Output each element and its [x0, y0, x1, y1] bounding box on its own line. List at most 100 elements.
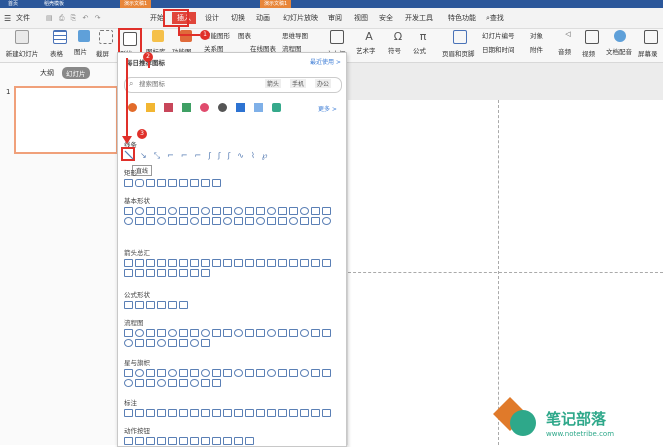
arrow-shape[interactable] [135, 269, 144, 277]
basic-shape[interactable] [146, 207, 155, 215]
shape-round-rect[interactable] [190, 179, 199, 187]
mindmap-button[interactable]: 思维导图 [282, 30, 326, 40]
shape-round-snip-rect[interactable] [179, 179, 188, 187]
flowchart-shape[interactable] [124, 329, 133, 337]
basic-shape[interactable] [201, 217, 210, 225]
basic-shape[interactable] [157, 217, 166, 225]
callout-shape[interactable] [245, 409, 254, 417]
star-shape[interactable] [190, 369, 199, 377]
arrow-shape[interactable] [179, 269, 188, 277]
callout-shape[interactable] [157, 409, 166, 417]
arrow-shape[interactable] [157, 269, 166, 277]
formula-shape[interactable] [135, 301, 144, 309]
screenshot-button[interactable]: 截屏 [96, 30, 116, 60]
basic-shape[interactable] [135, 207, 144, 215]
menu-file[interactable]: 文件 [16, 12, 30, 24]
callout-shape[interactable] [212, 409, 221, 417]
formula-shape[interactable] [168, 301, 177, 309]
formula-shape[interactable] [179, 301, 188, 309]
arrow-shape[interactable] [256, 259, 265, 267]
flowchart-shape[interactable] [245, 329, 254, 337]
elbow-arrow-shape[interactable]: ⌐ [181, 151, 188, 161]
basic-shape[interactable] [245, 217, 254, 225]
callout-shape[interactable] [168, 409, 177, 417]
action-button-shape[interactable] [135, 437, 144, 445]
menu-view[interactable]: 视图 [354, 12, 368, 24]
tab-doc-1[interactable]: 演示文稿1 [120, 0, 152, 8]
audio-button[interactable]: ◁ 音频 [558, 30, 578, 60]
callout-shape[interactable] [256, 409, 265, 417]
basic-shape[interactable] [124, 217, 133, 225]
curve-connector-shape[interactable]: ʃ [208, 151, 211, 161]
arrow-shape[interactable] [124, 269, 133, 277]
star-shape[interactable] [201, 369, 210, 377]
arrow-shape[interactable] [245, 259, 254, 267]
callout-shape[interactable] [311, 409, 320, 417]
arrow-shape[interactable] [289, 259, 298, 267]
recommended-icon[interactable] [128, 103, 137, 112]
star-shape[interactable] [212, 379, 221, 387]
flowchart-shape[interactable] [201, 329, 210, 337]
arrow-shape[interactable] [135, 259, 144, 267]
arrow-shape[interactable] [201, 269, 210, 277]
arrow-shape[interactable] [190, 269, 199, 277]
basic-shape[interactable] [322, 217, 331, 225]
flowchart-shape[interactable] [146, 339, 155, 347]
pencil-icon[interactable] [254, 103, 263, 112]
star-shape[interactable] [179, 379, 188, 387]
screen-record-button[interactable]: 屏幕录 [638, 30, 663, 60]
flowchart-shape[interactable] [223, 329, 232, 337]
flowchart-shape[interactable] [179, 339, 188, 347]
star-shape[interactable] [135, 369, 144, 377]
picture-button[interactable]: 图片 [74, 30, 94, 60]
hamburger-icon[interactable]: ☰ [4, 14, 11, 23]
callout-shape[interactable] [201, 409, 210, 417]
new-slide-button[interactable]: 新建幻灯片 [2, 30, 42, 60]
menu-slideshow[interactable]: 幻灯片放映 [283, 12, 318, 24]
arrow-shape[interactable] [168, 259, 177, 267]
callout-shape[interactable] [124, 409, 133, 417]
tab-doc-2[interactable]: 演示文稿1 [260, 0, 292, 8]
shape-round-rect[interactable] [212, 179, 221, 187]
recommended-icon[interactable] [218, 103, 227, 112]
basic-shape[interactable] [212, 217, 221, 225]
video-button[interactable]: 视频 [582, 30, 602, 60]
basic-shape[interactable] [289, 207, 298, 215]
basic-shape[interactable] [311, 207, 320, 215]
basic-shape[interactable] [223, 217, 232, 225]
arrow-shape[interactable] [311, 259, 320, 267]
star-shape[interactable] [168, 369, 177, 377]
arrow-shape[interactable] [146, 269, 155, 277]
star-shape[interactable] [124, 369, 133, 377]
action-button-shape[interactable] [190, 437, 199, 445]
basic-shape[interactable] [322, 207, 331, 215]
flowchart-shape[interactable] [300, 329, 309, 337]
action-button-shape[interactable] [212, 437, 221, 445]
art-text-button[interactable]: A 艺术字 [356, 30, 382, 60]
more-link[interactable]: 更多 > [318, 104, 337, 113]
callout-shape[interactable] [190, 409, 199, 417]
flowchart-shape[interactable] [146, 329, 155, 337]
basic-shape[interactable] [300, 207, 309, 215]
slide-thumbnail[interactable] [14, 86, 118, 154]
menu-security[interactable]: 安全 [379, 12, 393, 24]
star-shape[interactable] [223, 369, 232, 377]
basic-shape[interactable] [190, 207, 199, 215]
table-button[interactable]: 表格 [50, 30, 70, 60]
basic-shape[interactable] [135, 217, 144, 225]
tab-home[interactable]: 首页 [4, 0, 22, 8]
arrow-shape[interactable] [157, 259, 166, 267]
double-arrow-shape[interactable]: ⤡ [154, 151, 160, 161]
shape-rect[interactable] [124, 179, 133, 187]
callout-shape[interactable] [234, 409, 243, 417]
menu-start[interactable]: 开始 [150, 12, 164, 24]
flowchart-shape[interactable] [322, 329, 331, 337]
curve-double-shape[interactable]: ʃ [228, 151, 231, 161]
flowchart-shape[interactable] [311, 329, 320, 337]
quick-access-toolbar[interactable]: ▤ ⎙ ⎘ ↶ ↷ [46, 14, 106, 22]
flowchart-shape[interactable] [157, 329, 166, 337]
star-shape[interactable] [234, 369, 243, 377]
basic-shape[interactable] [168, 217, 177, 225]
formula-button[interactable]: π 公式 [413, 30, 433, 60]
datetime-button[interactable]: 日期和时间 [482, 44, 532, 54]
